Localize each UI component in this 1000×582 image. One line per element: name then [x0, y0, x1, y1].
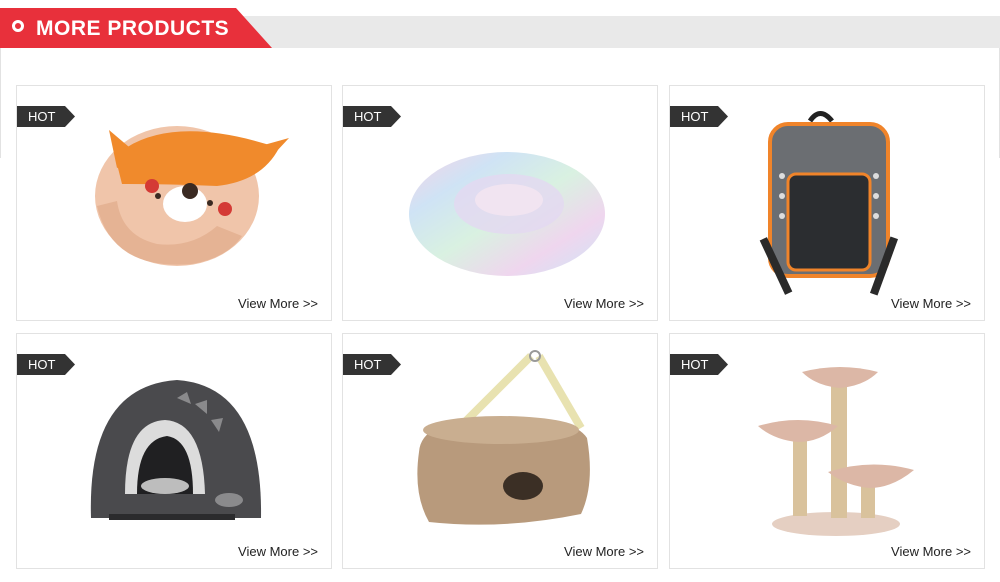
product-card[interactable]: HOT View More >> [342, 333, 658, 569]
hot-badge: HOT [343, 106, 401, 127]
product-card[interactable]: HOT View More >> [342, 85, 658, 321]
product-card[interactable]: HOT View More >> [669, 333, 985, 569]
product-card[interactable]: HOT View More >> [16, 333, 332, 569]
view-more-link[interactable]: View More >> [564, 296, 644, 311]
view-more-link[interactable]: View More >> [891, 296, 971, 311]
circle-icon [12, 20, 24, 32]
view-more-link[interactable]: View More >> [238, 544, 318, 559]
hot-badge: HOT [17, 106, 75, 127]
product-card[interactable]: HOT View More >> [669, 85, 985, 321]
product-card[interactable]: HOT View More >> [16, 85, 332, 321]
section-title: MORE PRODUCTS [36, 17, 230, 40]
hot-badge: HOT [343, 354, 401, 375]
view-more-link[interactable]: View More >> [891, 544, 971, 559]
divider [0, 48, 1, 158]
hot-badge: HOT [670, 354, 728, 375]
hot-badge: HOT [17, 354, 75, 375]
view-more-link[interactable]: View More >> [564, 544, 644, 559]
view-more-link[interactable]: View More >> [238, 296, 318, 311]
hot-badge: HOT [670, 106, 728, 127]
